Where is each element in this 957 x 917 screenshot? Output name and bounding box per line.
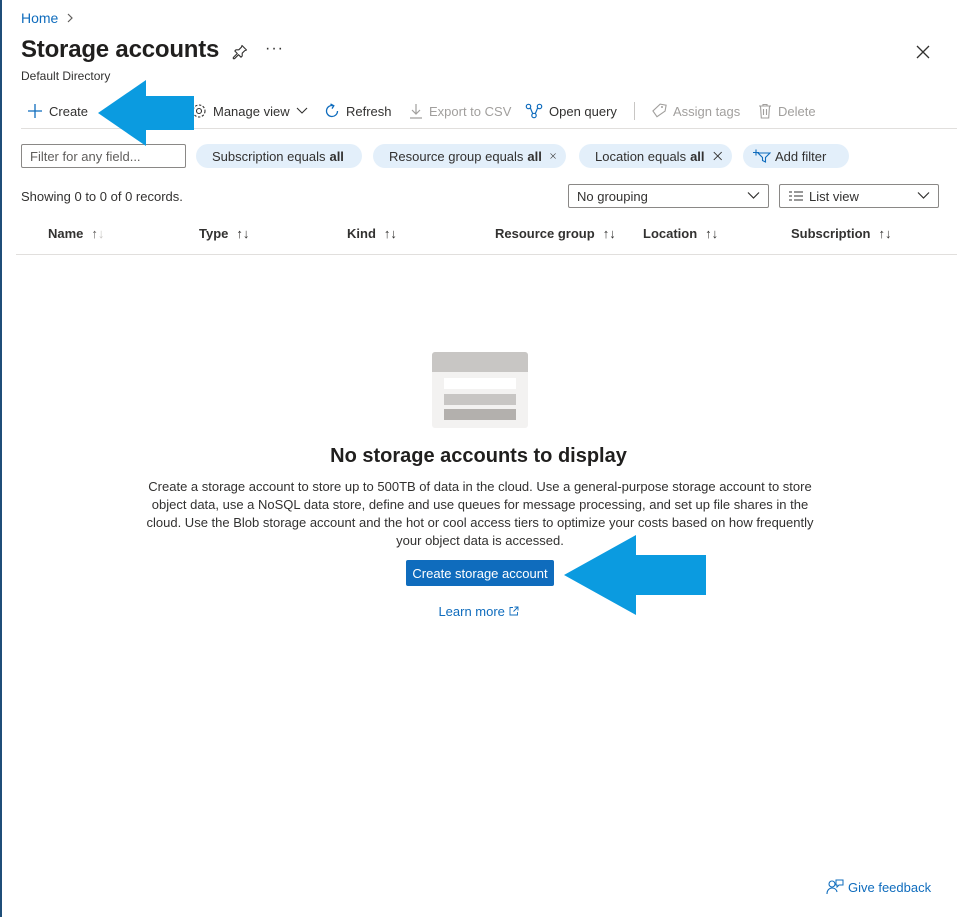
column-header-type[interactable]: Type ↑↓: [199, 226, 249, 241]
close-icon[interactable]: [713, 150, 722, 162]
annotation-arrow-left: [564, 535, 706, 615]
column-label: Type: [199, 226, 229, 241]
trash-icon: [759, 103, 771, 119]
chevron-down-icon: [747, 192, 760, 199]
column-header-kind[interactable]: Kind ↑↓: [347, 226, 397, 241]
refresh-icon: [325, 103, 339, 118]
chevron-right-icon: [66, 11, 74, 26]
subscription-filter-pill[interactable]: Subscription equals all: [196, 144, 362, 168]
breadcrumb: Home: [21, 10, 74, 26]
page-title: Storage accounts: [21, 36, 220, 63]
annotation-arrow-left: [98, 80, 194, 146]
assign-tags-button[interactable]: Assign tags: [651, 98, 740, 124]
more-options-icon[interactable]: ···: [265, 40, 284, 58]
pin-icon[interactable]: [232, 44, 248, 60]
view-selected: List view: [809, 188, 859, 204]
export-csv-button[interactable]: Export to CSV: [409, 98, 511, 124]
grouping-selected: No grouping: [577, 188, 648, 204]
create-button[interactable]: Create: [27, 98, 88, 124]
records-count: Showing 0 to 0 of 0 records.: [21, 189, 183, 204]
column-header-location[interactable]: Location ↑↓: [643, 226, 718, 241]
manage-view-button[interactable]: Manage view: [191, 98, 308, 124]
resource-group-filter-pill[interactable]: Resource group equals all: [373, 144, 566, 168]
column-header-resource-group[interactable]: Resource group ↑↓: [495, 226, 616, 241]
query-icon: [525, 103, 543, 119]
empty-state-description: Create a storage account to store up to …: [146, 479, 814, 548]
export-csv-label: Export to CSV: [429, 103, 512, 119]
sort-icon: ↑↓: [878, 226, 892, 241]
empty-state-title: No storage accounts to display: [330, 445, 627, 467]
column-label: Subscription: [791, 226, 871, 241]
add-filter-button[interactable]: Add filter: [743, 144, 849, 168]
pill-label: Location equals: [595, 148, 687, 164]
breadcrumb-home[interactable]: Home: [21, 10, 58, 26]
sort-icon: ↑↓: [236, 226, 250, 241]
give-feedback-label: Give feedback: [848, 879, 932, 895]
column-label: Location: [643, 226, 698, 241]
column-label: Name: [48, 226, 84, 241]
pill-value: all: [527, 148, 542, 164]
chevron-down-icon: [917, 192, 930, 199]
pill-label: Subscription equals: [212, 148, 326, 164]
refresh-label: Refresh: [346, 103, 392, 119]
delete-button[interactable]: Delete: [758, 98, 816, 124]
tag-icon: [652, 103, 667, 118]
table-header: Name ↑↓ Type ↑↓ Kind ↑↓ Resource group ↑↓ Lo…: [16, 224, 957, 255]
learn-more-label: Learn more: [438, 604, 505, 619]
plus-icon: [28, 104, 42, 118]
add-filter-label: Add filter: [775, 148, 827, 164]
empty-state-icon: [432, 352, 528, 428]
create-storage-account-button[interactable]: Create storage account: [406, 560, 554, 586]
learn-more-link[interactable]: Learn more: [0, 604, 957, 619]
close-icon[interactable]: [915, 44, 931, 60]
toolbar-separator: [634, 102, 635, 120]
pill-value: all: [329, 148, 344, 164]
feedback-icon: [826, 879, 844, 895]
sort-icon: ↑↓: [602, 226, 616, 241]
column-label: Kind: [347, 226, 376, 241]
create-label: Create: [49, 103, 89, 119]
open-query-label: Open query: [549, 103, 617, 119]
pill-value: all: [690, 148, 705, 164]
assign-tags-label: Assign tags: [673, 103, 741, 119]
sort-icon: ↑↓: [383, 226, 397, 241]
download-icon: [410, 104, 422, 119]
sort-icon: ↑↓: [705, 226, 719, 241]
grouping-dropdown[interactable]: No grouping: [568, 184, 769, 208]
close-icon[interactable]: [550, 150, 556, 162]
pill-label: Resource group equals: [389, 148, 524, 164]
column-header-name[interactable]: Name ↑↓: [48, 226, 104, 241]
column-header-subscription[interactable]: Subscription ↑↓: [791, 226, 891, 241]
column-label: Resource group: [495, 226, 595, 241]
filter-input[interactable]: [21, 144, 186, 168]
list-icon: [789, 191, 803, 201]
view-dropdown[interactable]: List view: [779, 184, 939, 208]
chevron-down-icon: [296, 107, 307, 114]
external-link-icon: [509, 606, 518, 616]
location-filter-pill[interactable]: Location equals all: [579, 144, 732, 168]
give-feedback-link[interactable]: Give feedback: [826, 879, 931, 895]
delete-label: Delete: [778, 103, 816, 119]
sort-icon: ↑↓: [91, 226, 105, 241]
add-filter-icon: [753, 149, 771, 163]
refresh-button[interactable]: Refresh: [324, 98, 392, 124]
open-query-button[interactable]: Open query: [525, 98, 617, 124]
manage-view-label: Manage view: [213, 103, 290, 119]
